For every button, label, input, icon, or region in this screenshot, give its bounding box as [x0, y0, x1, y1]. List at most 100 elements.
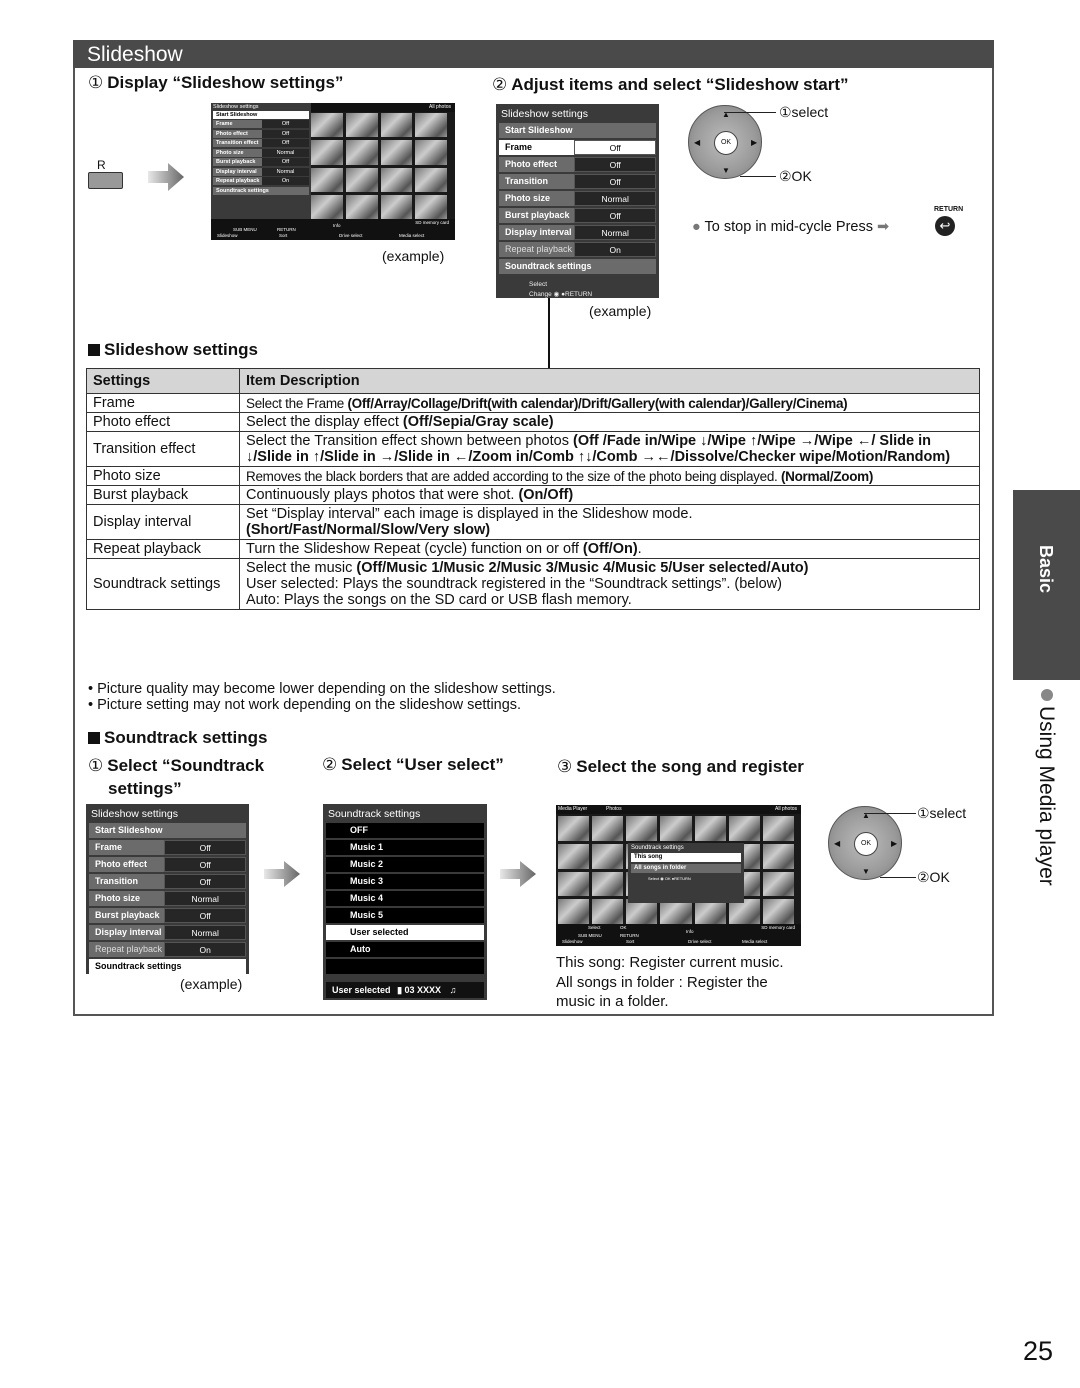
soundtrack-option[interactable]: Music 5: [326, 908, 484, 923]
menu-row[interactable]: Display interval Normal: [213, 167, 309, 176]
remote-dpad[interactable]: ▲ ▼ ◀ ▶ OK: [828, 806, 902, 880]
photo-thumbnail[interactable]: [728, 816, 760, 841]
soundtrack-option[interactable]: Music 1: [326, 840, 484, 855]
menu-row[interactable]: Frame Off: [499, 140, 656, 155]
side-tab-basic[interactable]: Basic: [1013, 490, 1080, 680]
menu-title: Slideshow settings: [501, 108, 588, 120]
menu-row[interactable]: Burst playback Off: [89, 908, 246, 923]
footer-change: Change: [529, 291, 552, 298]
slideshow-settings-menu: Slideshow settings Start Slideshow Frame…: [86, 804, 249, 974]
photo-thumbnail[interactable]: [762, 816, 794, 841]
photo-thumbnail[interactable]: [762, 871, 794, 897]
menu-title: Slideshow settings: [213, 104, 259, 110]
leader-line: [880, 877, 916, 878]
arrow-right-icon: [500, 861, 536, 887]
desc-text: Select the Transition effect shown betwe…: [246, 433, 573, 449]
menu-row[interactable]: Frame Off: [89, 840, 246, 855]
soundtrack-settings-heading: Soundtrack settings: [88, 728, 267, 748]
menu-row[interactable]: Repeat playback On: [213, 177, 309, 185]
menu-row[interactable]: Burst playback Off: [213, 158, 309, 166]
tail-text: .: [637, 541, 642, 557]
setting-description: Select the Frame (Off/Array/Collage/Drif…: [239, 393, 980, 413]
menu-row[interactable]: Photo effect Off: [499, 157, 656, 172]
menu-row[interactable]: Photo effect Off: [89, 857, 246, 872]
start-slideshow[interactable]: Start Slideshow: [213, 111, 309, 119]
r-button[interactable]: [88, 172, 123, 189]
soundtrack-settings-item[interactable]: Soundtrack settings: [213, 186, 309, 195]
soundtrack-option[interactable]: Music 2: [326, 857, 484, 872]
left-arrow-icon: ◀: [834, 839, 841, 848]
menu-row[interactable]: Transition effectOff: [213, 139, 309, 147]
menu-row-label: Burst playback: [213, 158, 263, 166]
ok-button[interactable]: OK: [854, 832, 878, 856]
menu-row-value: Off: [574, 174, 656, 189]
setting-name: Transition effect: [86, 431, 240, 467]
popup-ok: OK: [664, 876, 671, 881]
photo-thumbnail[interactable]: [558, 843, 590, 869]
soundtrack-option[interactable]: OFF: [326, 823, 484, 838]
popup-item-this-song[interactable]: This song: [631, 853, 741, 862]
ok-button[interactable]: OK: [714, 131, 738, 155]
photo-thumbnail[interactable]: [592, 843, 624, 869]
menu-row[interactable]: Burst playback Off: [499, 208, 656, 223]
menu-row-label: Transition effect: [499, 174, 575, 201]
start-slideshow[interactable]: Start Slideshow: [89, 823, 246, 838]
remote-dpad[interactable]: ▲ ▼ ◀ ▶ OK: [688, 105, 762, 179]
footer-slideshow: Slideshow: [562, 939, 583, 944]
photo-thumbnail[interactable]: [592, 816, 624, 841]
popup-item-all-songs[interactable]: All songs in folder: [631, 864, 741, 873]
square-bullet-icon: [88, 732, 100, 744]
photo-thumbnail[interactable]: [558, 816, 590, 841]
menu-row[interactable]: Photo size Normal: [213, 148, 309, 157]
soundtrack-option[interactable]: User selected: [326, 925, 484, 940]
menu-row[interactable]: Display interval Normal: [89, 925, 246, 940]
soundtrack-settings-item[interactable]: Soundtrack settings: [89, 959, 246, 974]
menu-row[interactable]: Repeat playback On: [499, 242, 656, 257]
photo-thumbnail[interactable]: [660, 816, 692, 841]
menu-row[interactable]: Transition effectOff: [89, 874, 246, 901]
return-label: RETURN: [620, 933, 639, 938]
soundtrack-option[interactable]: Auto: [326, 942, 484, 957]
photo-thumbnail[interactable]: [592, 899, 624, 924]
menu-row-label: Photo size: [499, 191, 575, 206]
soundtrack-settings-item[interactable]: Soundtrack settings: [499, 259, 656, 274]
step-number: ①: [88, 73, 104, 92]
menu-row-label: Repeat playback: [89, 942, 165, 957]
soundtrack-option[interactable]: Music 3: [326, 874, 484, 889]
soundtrack-option[interactable]: Music 4: [326, 891, 484, 906]
setting-name: Repeat playback: [86, 539, 240, 559]
return-button-icon: ↩: [935, 216, 955, 236]
popup-select: Select: [648, 876, 660, 881]
setting-description: Continuously plays photos that were shot…: [239, 485, 980, 505]
start-slideshow[interactable]: Start Slideshow: [499, 123, 656, 138]
square-bullet-icon: [88, 344, 100, 356]
menu-row[interactable]: Photo size Normal: [499, 191, 656, 206]
note-item: • Picture quality may become lower depen…: [88, 681, 556, 697]
step-number: ②: [322, 755, 338, 774]
menu-row-value: Off: [574, 208, 656, 223]
header-all-photos: All photos: [429, 104, 451, 110]
tv-screen-slideshow-settings: All photos Slideshow settings Start Slid…: [211, 103, 455, 240]
photo-thumbnail[interactable]: [762, 899, 794, 924]
photo-thumbnail[interactable]: [558, 899, 590, 924]
note-text: Picture quality may become lower dependi…: [97, 681, 556, 697]
menu-row[interactable]: Frame Off: [213, 120, 309, 128]
photo-thumbnail[interactable]: [592, 871, 624, 897]
photo-thumbnail[interactable]: [762, 843, 794, 869]
menu-row-value: On: [164, 942, 246, 957]
photo-thumbnail[interactable]: [558, 871, 590, 897]
menu-row[interactable]: Transition effectOff: [499, 174, 656, 201]
photo-thumbnail[interactable]: [694, 816, 726, 841]
menu-row-value: Off: [164, 857, 246, 872]
step-number: ②: [492, 75, 508, 94]
menu-row[interactable]: Display interval Normal: [499, 225, 656, 240]
menu-row-label: Display interval: [499, 225, 575, 240]
table-row: Transition effect Select the Transition e…: [86, 431, 980, 467]
menu-row[interactable]: Repeat playback On: [89, 942, 246, 957]
menu-row-value: Off: [262, 120, 309, 128]
menu-row-value: Off: [574, 140, 656, 155]
desc-line: music in a folder.: [556, 993, 669, 1010]
menu-row[interactable]: Photo effect Off: [213, 129, 309, 138]
menu-row[interactable]: Photo size Normal: [89, 891, 246, 906]
photo-thumbnail[interactable]: [626, 816, 658, 841]
